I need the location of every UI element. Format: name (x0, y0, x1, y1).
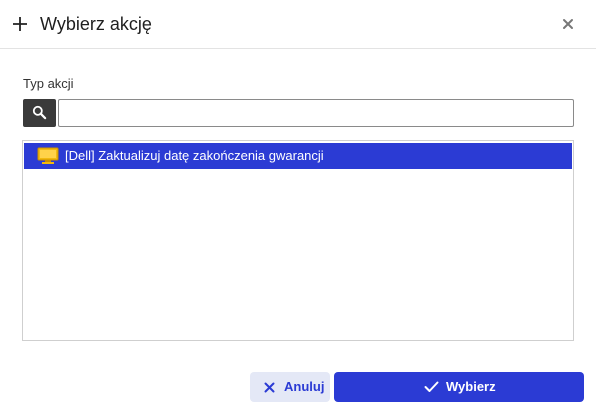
dialog-title: Wybierz akcję (40, 14, 152, 34)
action-search-input[interactable] (58, 99, 574, 127)
dialog-header: Wybierz akcję (0, 0, 596, 49)
search-icon (32, 105, 47, 120)
action-list: [Dell] Zaktualizuj datę zakończenia gwar… (22, 140, 574, 341)
cancel-button[interactable]: Anuluj (250, 372, 330, 402)
select-button-label: Wybierz (446, 379, 496, 394)
list-item-label: [Dell] Zaktualizuj datę zakończenia gwar… (65, 148, 324, 163)
cancel-button-label: Anuluj (284, 379, 325, 394)
check-icon (424, 381, 439, 392)
plus-icon (13, 17, 27, 31)
x-icon (264, 382, 275, 393)
monitor-icon (37, 147, 59, 164)
search-button[interactable] (23, 99, 56, 127)
close-icon[interactable] (561, 17, 575, 31)
action-type-label: Typ akcji (23, 76, 74, 91)
select-action-dialog: Wybierz akcję Typ akcji [Dell] Zaktualiz… (0, 0, 596, 415)
list-item-selected[interactable]: [Dell] Zaktualizuj datę zakończenia gwar… (24, 143, 572, 169)
select-button[interactable]: Wybierz (334, 372, 584, 402)
